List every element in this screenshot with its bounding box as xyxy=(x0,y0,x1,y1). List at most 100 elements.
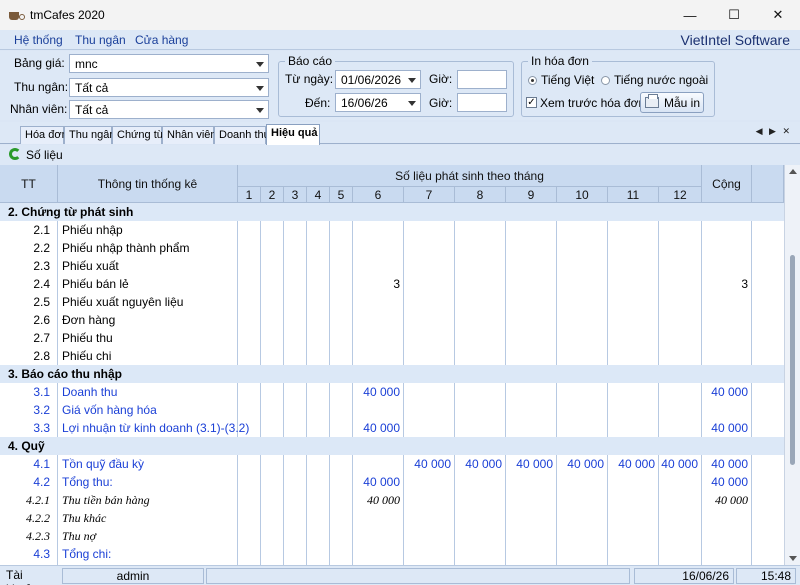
table-row[interactable]: 3.2 Giá vốn hàng hóa xyxy=(0,401,800,419)
cashier-select[interactable]: Tất cả xyxy=(69,78,269,97)
scroll-thumb[interactable] xyxy=(790,255,795,465)
row-tt: 3.3 xyxy=(33,421,50,435)
table-row[interactable]: 4.2.2 Thu khác xyxy=(0,509,800,527)
col-header-month: 10 xyxy=(557,187,608,203)
from-time-label: Giờ: xyxy=(429,72,453,86)
table-row[interactable]: 3.3 Lợi nhuận từ kinh doanh (3.1)-(3.2) 40… xyxy=(0,419,800,437)
col-header-month: 2 xyxy=(261,187,284,203)
month-value: 40 000 xyxy=(367,493,400,507)
window-title: tmCafes 2020 xyxy=(30,8,105,22)
row-name: Tổng chi: xyxy=(62,547,112,561)
tab-efficiency[interactable]: Hiệu quả xyxy=(266,124,320,145)
print-template-button[interactable]: Mẫu in xyxy=(640,92,704,113)
lang-vi-label: Tiếng Việt xyxy=(541,73,595,87)
title-bar: tmCafes 2020 — ☐ ✕ xyxy=(0,0,800,30)
row-name: Giá vốn hàng hóa xyxy=(62,403,157,417)
row-name: Phiếu xuất xyxy=(62,259,119,273)
vertical-scrollbar[interactable] xyxy=(784,165,800,565)
lang-foreign-radio[interactable] xyxy=(601,76,610,85)
status-time: 15:48 xyxy=(736,568,796,584)
row-tt: 4.2 xyxy=(33,475,50,489)
month-value: 40 000 xyxy=(363,421,400,435)
month-value: 40 000 xyxy=(465,457,502,471)
row-name: 2. Chứng từ phát sinh xyxy=(8,205,134,219)
row-name: Thu nợ xyxy=(62,529,97,543)
section-row[interactable]: 2. Chứng từ phát sinh xyxy=(0,203,800,221)
table-row[interactable]: 3.1 Doanh thu 40 000 40 000 xyxy=(0,383,800,401)
from-date-picker[interactable]: 01/06/2026 xyxy=(335,70,421,89)
table-row[interactable]: 2.1 Phiếu nhập xyxy=(0,221,800,239)
month-value: 40 000 xyxy=(618,457,655,471)
row-name: Thu tiền bán hàng xyxy=(62,493,150,507)
row-tt: 4.2.1 xyxy=(26,493,50,507)
month-value: 40 000 xyxy=(516,457,553,471)
menu-system[interactable]: Hệ thống xyxy=(14,33,63,47)
close-button[interactable]: ✕ xyxy=(756,0,800,30)
col-header-month: 1 xyxy=(238,187,261,203)
menu-store[interactable]: Cửa hàng xyxy=(135,33,188,47)
scroll-up-icon[interactable] xyxy=(789,169,797,174)
col-header-month: 9 xyxy=(506,187,557,203)
table-row[interactable]: 2.4 Phiếu bán lẻ 3 3 xyxy=(0,275,800,293)
table-row[interactable]: 2.5 Phiếu xuất nguyên liệu xyxy=(0,293,800,311)
tab-invoices[interactable]: Hóa đơn xyxy=(20,126,68,144)
refresh-label[interactable]: Số liệu xyxy=(26,148,63,162)
row-name: Phiếu thu xyxy=(62,331,113,345)
lang-foreign-label: Tiếng nước ngoài xyxy=(614,73,709,87)
row-tt: 3.1 xyxy=(33,385,50,399)
tab-documents[interactable]: Chứng từ xyxy=(112,126,164,144)
scroll-down-icon[interactable] xyxy=(789,556,797,561)
col-header-month: 7 xyxy=(404,187,455,203)
preview-checkbox[interactable]: ✓ xyxy=(526,97,537,108)
lang-vi-radio[interactable] xyxy=(528,76,537,85)
minimize-button[interactable]: — xyxy=(668,0,712,30)
to-time-label: Giờ: xyxy=(429,96,453,110)
account-value: admin xyxy=(62,568,204,584)
row-name: Phiếu bán lẻ xyxy=(62,277,129,291)
col-header-info: Thông tin thống kê xyxy=(58,165,238,203)
table-row[interactable]: 4.2.1 Thu tiền bán hàng 40 000 40 000 xyxy=(0,491,800,509)
tab-nav-icons[interactable]: ◀ ▶ ✕ xyxy=(756,126,792,137)
staff-select[interactable]: Tất cả xyxy=(69,100,269,119)
row-tt: 4.1 xyxy=(33,457,50,471)
preview-label: Xem trước hóa đơn xyxy=(540,96,646,110)
row-name: 3. Báo cáo thu nhập xyxy=(8,367,123,381)
to-time-input[interactable] xyxy=(457,93,507,112)
tab-cashier[interactable]: Thu ngân xyxy=(64,126,115,144)
grid-toolbar: Số liệu xyxy=(0,145,800,165)
filter-panel: Bảng giá: mnc Thu ngân: Tất cả Nhân viên… xyxy=(0,51,800,120)
tab-revenue[interactable]: Doanh thu xyxy=(214,126,270,144)
to-date-picker[interactable]: 16/06/26 xyxy=(335,93,421,112)
price-list-select[interactable]: mnc xyxy=(69,54,269,73)
col-header-month: 6 xyxy=(353,187,404,203)
table-row[interactable]: 4.1 Tồn quỹ đầu kỳ 40 000 40 000 40 000 40 00… xyxy=(0,455,800,473)
table-row[interactable]: 4.2.3 Thu nợ xyxy=(0,527,800,545)
row-name: Phiếu nhập thành phẩm xyxy=(62,241,190,255)
refresh-icon[interactable] xyxy=(9,148,21,160)
row-total: 40 000 xyxy=(711,457,748,471)
table-row[interactable]: 2.8 Phiếu chi xyxy=(0,347,800,365)
tab-staff[interactable]: Nhân viên xyxy=(162,126,217,144)
from-time-input[interactable] xyxy=(457,70,507,89)
stats-grid: TT Thông tin thống kê Số liệu phát sinh … xyxy=(0,165,800,565)
table-row[interactable]: 2.3 Phiếu xuất xyxy=(0,257,800,275)
chevron-down-icon xyxy=(256,108,264,113)
table-row[interactable]: 2.7 Phiếu thu xyxy=(0,329,800,347)
account-label: Tài khoản: xyxy=(2,568,60,585)
col-header-month: 12 xyxy=(659,187,702,203)
table-row[interactable]: 2.2 Phiếu nhập thành phẩm xyxy=(0,239,800,257)
table-row[interactable]: 2.6 Đơn hàng xyxy=(0,311,800,329)
row-name: Thu khác xyxy=(62,511,107,525)
section-row[interactable]: 3. Báo cáo thu nhập xyxy=(0,365,800,383)
row-tt: 2.2 xyxy=(33,241,50,255)
to-date-label: Đến: xyxy=(305,96,331,110)
menu-cashier[interactable]: Thu ngân xyxy=(75,33,126,47)
table-row[interactable]: 4.3 Tổng chi: xyxy=(0,545,800,563)
row-total: 3 xyxy=(741,277,748,291)
col-header-month: 5 xyxy=(330,187,353,203)
table-row[interactable]: 4.2 Tổng thu: 40 000 40 000 xyxy=(0,473,800,491)
row-name: Phiếu xuất nguyên liệu xyxy=(62,295,184,309)
maximize-button[interactable]: ☐ xyxy=(712,0,756,30)
menu-bar: Hệ thống Thu ngân Cửa hàng VietIntel Sof… xyxy=(0,30,800,50)
section-row[interactable]: 4. Quỹ xyxy=(0,437,800,455)
